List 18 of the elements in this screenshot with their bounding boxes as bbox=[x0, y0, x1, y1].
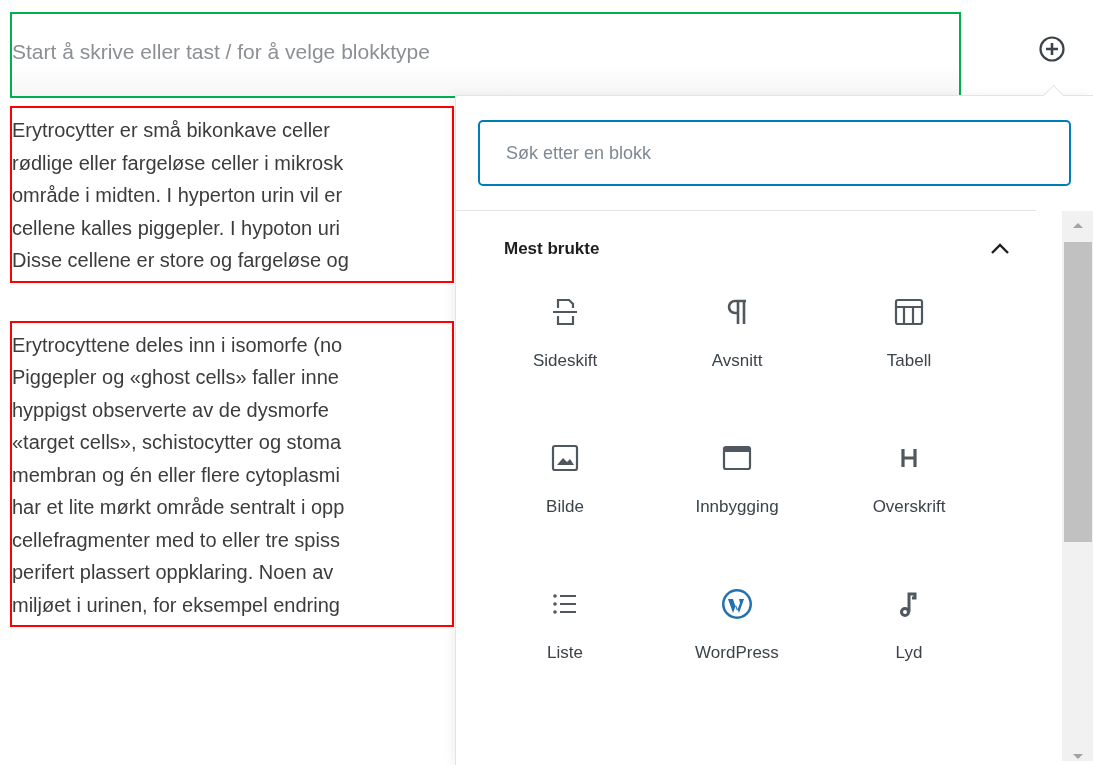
wordpress-logo-icon bbox=[720, 587, 754, 621]
paragraph-text: Erytrocyttene deles inn i isomorfe (no Piggepler og «ghost cells» faller inne hyppigst observerte av de dysmorfe «target cells», schistocytter og stoma membran og én eller flere cytoplasmi har et lite mørkt område sentralt i opp cellefragmenter med to eller tre spiss perifert plassert oppklaring. Noen av miljøet i urinen, for eksempel endring bbox=[10, 320, 454, 627]
block-type-button[interactable]: Bilde bbox=[479, 441, 651, 587]
add-block-button[interactable] bbox=[1037, 34, 1067, 64]
block-type-button[interactable]: Tabell bbox=[823, 295, 995, 441]
scrollbar[interactable] bbox=[1062, 211, 1093, 761]
block-type-button[interactable]: Innbygging bbox=[651, 441, 823, 587]
search-field[interactable]: Søk etter en blokk bbox=[478, 120, 1071, 186]
block-type-button[interactable]: Avsnitt bbox=[651, 295, 823, 441]
block-type-button[interactable]: Liste bbox=[479, 587, 651, 733]
section-title: Mest brukte bbox=[504, 239, 600, 259]
section-toggle[interactable]: Mest brukte bbox=[504, 211, 1012, 259]
block-type-button[interactable]: WordPress bbox=[651, 587, 823, 733]
block-type-button[interactable]: Sideskift bbox=[479, 295, 651, 441]
block-type-button[interactable]: Lyd bbox=[823, 587, 995, 733]
chevron-icon bbox=[990, 243, 1010, 255]
paragraph-text: Erytrocytter er små bikonkave celler rødlige eller fargeløse celler i mikrosk område i midten. I hyperton urin vil er cellene kalles piggepler. I hypoton uri Disse cellene er store og fargeløse og bbox=[10, 106, 454, 283]
block-type-button[interactable]: Overskrift bbox=[823, 441, 995, 587]
